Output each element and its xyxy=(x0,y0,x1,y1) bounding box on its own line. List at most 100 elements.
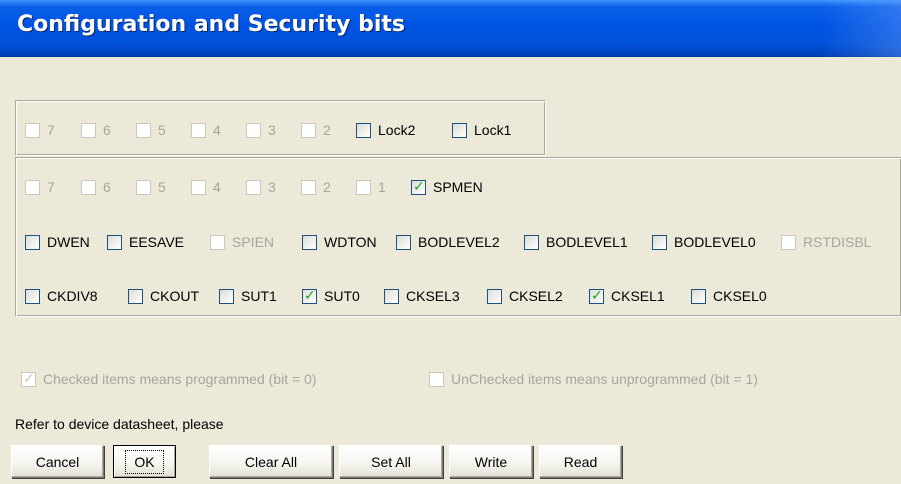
datasheet-note: Refer to device datasheet, please xyxy=(15,416,224,432)
checkbox-label: CKSEL3 xyxy=(406,288,460,304)
checkbox-cksel1[interactable]: ✓ CKSEL1 xyxy=(589,286,665,306)
checkbox-label: RSTDISBL xyxy=(803,234,872,250)
checkbox-box[interactable] xyxy=(25,122,40,138)
check-mark-icon: ✓ xyxy=(23,370,35,387)
checkbox-box[interactable] xyxy=(384,288,399,304)
checkbox-box[interactable]: ✓ xyxy=(302,287,317,304)
checkbox-ext-bit-1[interactable]: 1 xyxy=(356,177,386,197)
write-button-label: Write xyxy=(474,453,508,470)
checkbox-label: 5 xyxy=(158,122,166,138)
checkbox-lock-bit-7[interactable]: 7 xyxy=(25,120,55,140)
checkbox-box[interactable] xyxy=(81,122,96,138)
checkbox-lock-bit-6[interactable]: 6 xyxy=(81,120,111,140)
checkbox-lock-bit-2[interactable]: 2 xyxy=(301,120,331,140)
checkbox-cksel2[interactable]: CKSEL2 xyxy=(487,286,563,306)
checkbox-ext-bit-7[interactable]: 7 xyxy=(25,177,55,197)
checkbox-label: 1 xyxy=(378,179,386,195)
checkbox-box[interactable] xyxy=(128,288,143,304)
check-mark-icon: ✓ xyxy=(591,287,603,304)
checkbox-ext-bit-6[interactable]: 6 xyxy=(81,177,111,197)
set-all-button-label: Set All xyxy=(371,453,411,470)
lock-bits-row: 7 6 5 4 3 2 Lock2 Lock1 xyxy=(0,120,901,140)
read-button[interactable]: Read xyxy=(539,445,622,478)
set-all-button[interactable]: Set All xyxy=(339,445,443,478)
checkbox-box[interactable] xyxy=(210,234,225,250)
checkbox-sut0[interactable]: ✓ SUT0 xyxy=(302,286,360,306)
checkbox-box[interactable]: ✓ xyxy=(589,287,604,304)
checkbox-ckout[interactable]: CKOUT xyxy=(128,286,199,306)
checkbox-spien[interactable]: SPIEN xyxy=(210,232,274,252)
checkbox-bodlevel1[interactable]: BODLEVEL1 xyxy=(524,232,628,252)
checkbox-dwen[interactable]: DWEN xyxy=(25,232,90,252)
checkbox-lock-bit-5[interactable]: 5 xyxy=(136,120,166,140)
checkbox-box[interactable] xyxy=(107,234,122,250)
checkbox-label: 2 xyxy=(323,179,331,195)
checkbox-box[interactable] xyxy=(81,179,96,195)
checkbox-box[interactable]: ✓ xyxy=(411,178,426,195)
checkbox-cksel0[interactable]: CKSEL0 xyxy=(691,286,767,306)
checkbox-ext-bit-5[interactable]: 5 xyxy=(136,177,166,197)
checkbox-ckdiv8[interactable]: CKDIV8 xyxy=(25,286,98,306)
checkbox-box[interactable] xyxy=(136,122,151,138)
checkbox-lock2[interactable]: Lock2 xyxy=(356,120,415,140)
checkbox-eesave[interactable]: EESAVE xyxy=(107,232,184,252)
checkbox-box[interactable] xyxy=(396,234,411,250)
checkbox-label: 4 xyxy=(213,122,221,138)
checkbox-box[interactable] xyxy=(301,179,316,195)
ok-button-label: OK xyxy=(125,449,164,474)
checkbox-box[interactable] xyxy=(25,288,40,304)
checkbox-box[interactable] xyxy=(487,288,502,304)
checkbox-box[interactable] xyxy=(781,234,796,250)
checkbox-box[interactable] xyxy=(452,122,467,138)
clear-all-button-label: Clear All xyxy=(244,453,298,470)
checkbox-box[interactable] xyxy=(246,122,261,138)
checkbox-box[interactable] xyxy=(191,122,206,138)
checkbox-label: SUT0 xyxy=(324,288,360,304)
checkbox-ext-bit-4[interactable]: 4 xyxy=(191,177,221,197)
read-button-label: Read xyxy=(563,453,598,470)
clear-all-button[interactable]: Clear All xyxy=(209,445,333,478)
checkbox-box[interactable] xyxy=(302,234,317,250)
write-button[interactable]: Write xyxy=(449,445,533,478)
checkbox-label: EESAVE xyxy=(129,234,184,250)
checkbox-box[interactable] xyxy=(136,179,151,195)
checkbox-bodlevel0[interactable]: BODLEVEL0 xyxy=(652,232,756,252)
checkbox-box[interactable] xyxy=(191,179,206,195)
checkbox-lock-bit-4[interactable]: 4 xyxy=(191,120,221,140)
checkbox-box[interactable] xyxy=(301,122,316,138)
checkbox-label: 2 xyxy=(323,122,331,138)
checkbox-box[interactable] xyxy=(652,234,667,250)
checkbox-label: BODLEVEL0 xyxy=(674,234,756,250)
checkbox-box[interactable] xyxy=(691,288,706,304)
checkbox-bodlevel2[interactable]: BODLEVEL2 xyxy=(396,232,500,252)
checkbox-label: CKSEL0 xyxy=(713,288,767,304)
checkbox-ext-bit-3[interactable]: 3 xyxy=(246,177,276,197)
title-bar[interactable]: Configuration and Security bits xyxy=(0,0,901,57)
checkbox-box[interactable] xyxy=(356,179,371,195)
checkbox-lock-bit-3[interactable]: 3 xyxy=(246,120,276,140)
checkbox-box[interactable] xyxy=(356,122,371,138)
checkbox-box[interactable] xyxy=(25,234,40,250)
checkbox-box[interactable] xyxy=(219,288,234,304)
cancel-button[interactable]: Cancel xyxy=(11,445,104,478)
checkbox-box[interactable] xyxy=(524,234,539,250)
check-mark-icon: ✓ xyxy=(413,178,425,195)
checkbox-lock1[interactable]: Lock1 xyxy=(452,120,511,140)
checkbox-ext-bit-2[interactable]: 2 xyxy=(301,177,331,197)
checkbox-rstdisbl[interactable]: RSTDISBL xyxy=(781,232,871,252)
checkbox-sut1[interactable]: SUT1 xyxy=(219,286,277,306)
checkbox-label: CKSEL1 xyxy=(611,288,665,304)
check-mark-icon: ✓ xyxy=(304,287,316,304)
low-fuse-row: CKDIV8 CKOUT SUT1 ✓ SUT0 CKSEL3 CKSEL2 ✓ C… xyxy=(0,286,901,306)
checkbox-label: 4 xyxy=(213,179,221,195)
checkbox-box[interactable] xyxy=(25,179,40,195)
checkbox-label: SPMEN xyxy=(433,179,483,195)
checkbox-cksel3[interactable]: CKSEL3 xyxy=(384,286,460,306)
checkbox-box[interactable] xyxy=(246,179,261,195)
legend-unchecked-text: UnChecked items means unprogrammed (bit … xyxy=(451,371,758,387)
ok-button[interactable]: OK xyxy=(113,445,176,478)
checkbox-label: 3 xyxy=(268,179,276,195)
checkbox-label: SUT1 xyxy=(241,288,277,304)
checkbox-spmen[interactable]: ✓ SPMEN xyxy=(411,177,483,197)
checkbox-wdton[interactable]: WDTON xyxy=(302,232,377,252)
